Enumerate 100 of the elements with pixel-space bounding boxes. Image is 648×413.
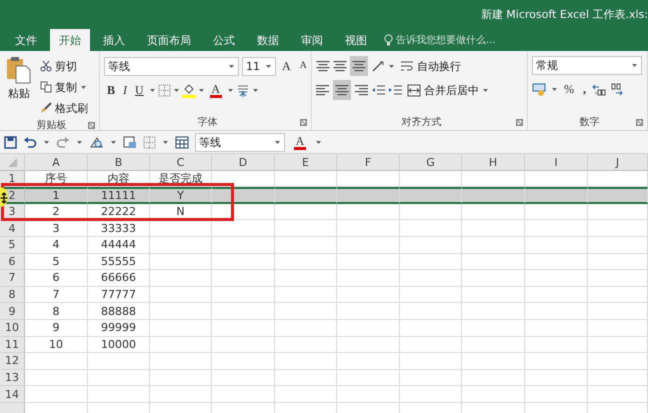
- percent-button[interactable]: %: [561, 79, 577, 99]
- row-header[interactable]: 13: [0, 370, 25, 386]
- dropdown-icon[interactable]: [148, 88, 156, 92]
- number-format-field[interactable]: 常规: [532, 56, 642, 75]
- dropdown-icon[interactable]: [274, 140, 281, 144]
- dialog-launcher-icon[interactable]: [516, 118, 523, 126]
- format-painter-button[interactable]: 格式刷: [38, 98, 90, 118]
- grow-font-button[interactable]: A: [279, 56, 294, 76]
- table-cell: [400, 187, 462, 204]
- wrap-text-button[interactable]: 自动换行: [398, 56, 463, 76]
- ribbon-tab[interactable]: 视图: [336, 29, 376, 51]
- dropdown-icon[interactable]: [198, 88, 205, 92]
- table-cell: [462, 386, 525, 403]
- dropdown-icon[interactable]: [162, 140, 169, 144]
- column-header[interactable]: G: [400, 154, 462, 171]
- cut-button[interactable]: 剪切: [38, 56, 90, 76]
- table-icon[interactable]: [175, 136, 189, 148]
- row-header[interactable]: 14: [0, 386, 25, 403]
- dropdown-icon[interactable]: [110, 140, 117, 144]
- row-header[interactable]: 12: [0, 353, 25, 370]
- row-header[interactable]: 11: [0, 336, 25, 354]
- row-header[interactable]: 8: [0, 286, 25, 304]
- underline-button[interactable]: U: [132, 80, 147, 100]
- font-name-field[interactable]: 等线: [104, 56, 239, 76]
- redo-icon[interactable]: [56, 136, 70, 148]
- ribbon-tab[interactable]: 公式: [204, 29, 244, 51]
- ribbon-tab[interactable]: 页面布局: [138, 29, 200, 51]
- save-icon[interactable]: [4, 136, 17, 148]
- italic-button[interactable]: I: [120, 80, 130, 100]
- dropdown-icon[interactable]: [388, 64, 395, 68]
- dropdown-icon[interactable]: [631, 63, 638, 68]
- dropdown-icon[interactable]: [252, 88, 259, 92]
- dialog-launcher-icon[interactable]: [636, 118, 643, 126]
- align-center-button[interactable]: [333, 80, 351, 100]
- bottom-align-icon[interactable]: [352, 60, 366, 72]
- decrease-decimal-icon[interactable]: [609, 82, 623, 96]
- dropdown-icon[interactable]: [226, 88, 234, 92]
- column-header[interactable]: H: [462, 154, 525, 171]
- font-size-field[interactable]: 11: [242, 56, 276, 76]
- dropdown-icon[interactable]: [43, 140, 50, 144]
- dropdown-icon[interactable]: [315, 140, 322, 144]
- dropdown-icon[interactable]: [551, 86, 558, 92]
- align-right-icon[interactable]: [354, 84, 368, 96]
- dropdown-icon[interactable]: [80, 84, 87, 90]
- ribbon-tab[interactable]: 插入: [94, 29, 134, 51]
- table-cell: [275, 336, 337, 354]
- bold-button[interactable]: B: [104, 80, 118, 100]
- column-header[interactable]: I: [525, 154, 588, 171]
- paste-button[interactable]: 粘贴: [4, 56, 34, 118]
- top-align-icon[interactable]: [316, 60, 330, 72]
- phonetic-icon[interactable]: [236, 83, 250, 97]
- column-header[interactable]: F: [337, 154, 400, 171]
- column-header[interactable]: B: [88, 154, 150, 171]
- row-header[interactable]: 10: [0, 320, 25, 337]
- middle-align-icon[interactable]: [333, 60, 347, 72]
- dialog-launcher-icon[interactable]: [88, 122, 95, 128]
- align-center-icon[interactable]: [335, 84, 349, 96]
- tell-me-field[interactable]: 告诉我您想要做什么...: [396, 33, 496, 47]
- row-header[interactable]: 4: [0, 220, 25, 237]
- align-left-icon[interactable]: [316, 84, 330, 96]
- font-color-button[interactable]: A: [291, 132, 309, 152]
- dropdown-icon[interactable]: [76, 140, 83, 144]
- shapes-icon[interactable]: [89, 136, 104, 148]
- row-header[interactable]: 6: [0, 254, 25, 270]
- font-name-field[interactable]: 等线: [195, 132, 285, 152]
- row-header[interactable]: 9: [0, 303, 25, 320]
- picture-frame-icon[interactable]: [123, 136, 137, 148]
- undo-icon[interactable]: [23, 136, 37, 148]
- column-header[interactable]: D: [212, 154, 275, 171]
- fill-color-icon[interactable]: [182, 82, 196, 98]
- decrease-indent-icon[interactable]: [371, 84, 385, 96]
- row-header[interactable]: 7: [0, 270, 25, 287]
- column-header[interactable]: E: [275, 154, 337, 171]
- copy-button[interactable]: 复制: [38, 77, 90, 97]
- bottom-align-button[interactable]: [350, 56, 368, 76]
- dropdown-icon[interactable]: [172, 88, 180, 92]
- column-header[interactable]: J: [588, 154, 648, 171]
- increase-indent-icon[interactable]: [388, 84, 402, 96]
- shrink-font-button[interactable]: A: [296, 56, 310, 76]
- orientation-icon[interactable]: [371, 60, 385, 72]
- row-header[interactable]: 5: [0, 236, 25, 254]
- ribbon-tab[interactable]: 文件: [6, 29, 46, 51]
- ribbon-tab[interactable]: 审阅: [292, 29, 332, 51]
- table-cell: [150, 336, 212, 354]
- borders-icon[interactable]: [143, 136, 156, 148]
- currency-icon[interactable]: [532, 82, 548, 96]
- table-cell: 9: [25, 320, 88, 337]
- column-header[interactable]: C: [150, 154, 212, 171]
- ribbon-tab[interactable]: 开始: [50, 29, 90, 51]
- dropdown-icon[interactable]: [265, 64, 272, 68]
- borders-icon[interactable]: [158, 84, 171, 96]
- dropdown-icon[interactable]: [482, 88, 489, 92]
- font-color-button[interactable]: A: [206, 80, 225, 100]
- increase-decimal-icon[interactable]: [592, 82, 606, 96]
- dialog-launcher-icon[interactable]: [300, 118, 307, 126]
- ribbon-tab[interactable]: 数据: [248, 29, 288, 51]
- merge-center-button[interactable]: 合并后居中: [405, 80, 491, 100]
- comma-style-button[interactable]: ,: [580, 79, 589, 99]
- dropdown-icon[interactable]: [228, 64, 235, 68]
- column-header[interactable]: A: [25, 154, 88, 171]
